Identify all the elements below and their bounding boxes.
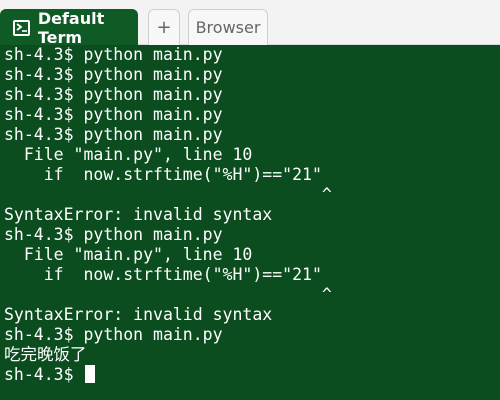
terminal-line: sh-4.3$ python main.py xyxy=(4,105,223,124)
terminal-line: ^ xyxy=(4,285,332,304)
terminal-cursor[interactable] xyxy=(85,365,96,383)
terminal-line: File "main.py", line 10 xyxy=(4,145,253,164)
tab-browser-label: Browser xyxy=(195,18,261,37)
terminal-prompt-line: sh-4.3$ xyxy=(4,365,500,385)
tab-default-term-label: Default Term xyxy=(37,8,105,47)
terminal-prompt: sh-4.3$ xyxy=(4,365,74,384)
terminal-line: if now.strftime("%H")=="21" xyxy=(4,165,322,184)
terminal-line: ^ xyxy=(4,185,332,204)
terminal-line: File "main.py", line 10 xyxy=(4,245,253,264)
tab-bar: Default Term + Browser xyxy=(0,0,500,47)
terminal-output[interactable]: sh-4.3$ python main.py sh-4.3$ python ma… xyxy=(0,45,500,400)
terminal-icon xyxy=(13,19,30,36)
terminal-line: sh-4.3$ python main.py xyxy=(4,65,223,84)
terminal-line: SyntaxError: invalid syntax xyxy=(4,205,273,224)
terminal-line: sh-4.3$ python main.py xyxy=(4,325,223,344)
terminal-lines: sh-4.3$ python main.py sh-4.3$ python ma… xyxy=(4,45,500,385)
add-tab-label: + xyxy=(156,17,172,38)
terminal-line: sh-4.3$ python main.py xyxy=(4,125,223,144)
terminal-line: sh-4.3$ python main.py xyxy=(4,85,223,104)
terminal-line: SyntaxError: invalid syntax xyxy=(4,305,273,324)
terminal-line: if now.strftime("%H")=="21" xyxy=(4,265,322,284)
terminal-line: sh-4.3$ python main.py xyxy=(4,225,223,244)
terminal-line: sh-4.3$ python main.py xyxy=(4,45,223,64)
tab-default-term[interactable]: Default Term xyxy=(0,8,138,47)
terminal-line: 吃完晚饭了 xyxy=(4,345,87,364)
add-tab-button[interactable]: + xyxy=(148,9,180,45)
tab-browser[interactable]: Browser xyxy=(188,9,268,45)
